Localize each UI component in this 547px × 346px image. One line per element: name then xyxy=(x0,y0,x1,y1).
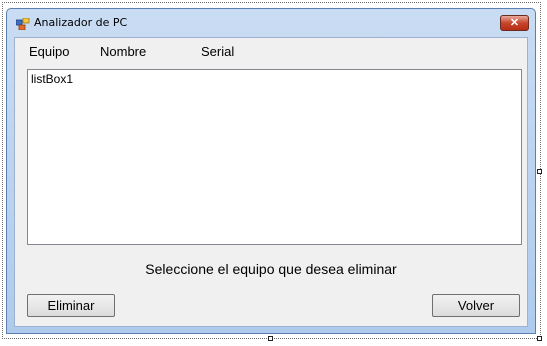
list-item[interactable]: listBox1 xyxy=(31,72,73,86)
header-equipo: Equipo xyxy=(29,44,70,59)
resize-handle-corner[interactable] xyxy=(537,336,542,341)
close-icon: ✕ xyxy=(509,17,520,29)
app-window-icon xyxy=(15,17,30,31)
volver-button[interactable]: Volver xyxy=(432,294,520,317)
header-serial: Serial xyxy=(201,44,235,59)
instruction-message: Seleccione el equipo que desea eliminar xyxy=(145,261,397,277)
window-title: Analizador de PC xyxy=(34,16,128,29)
resize-handle-right[interactable] xyxy=(537,169,542,174)
resize-handle-bottom[interactable] xyxy=(268,336,273,341)
header-nombre: Nombre xyxy=(100,44,147,59)
form-client-area: Equipo Nombre Serial listBox1 Seleccione… xyxy=(14,37,528,327)
title-bar[interactable]: Analizador de PC ✕ xyxy=(7,9,535,37)
form-window: Analizador de PC ✕ Equipo Nombre Serial … xyxy=(6,8,536,334)
equipment-listbox[interactable]: listBox1 xyxy=(27,69,522,245)
close-button[interactable]: ✕ xyxy=(500,15,529,31)
eliminar-button[interactable]: Eliminar xyxy=(27,294,115,317)
